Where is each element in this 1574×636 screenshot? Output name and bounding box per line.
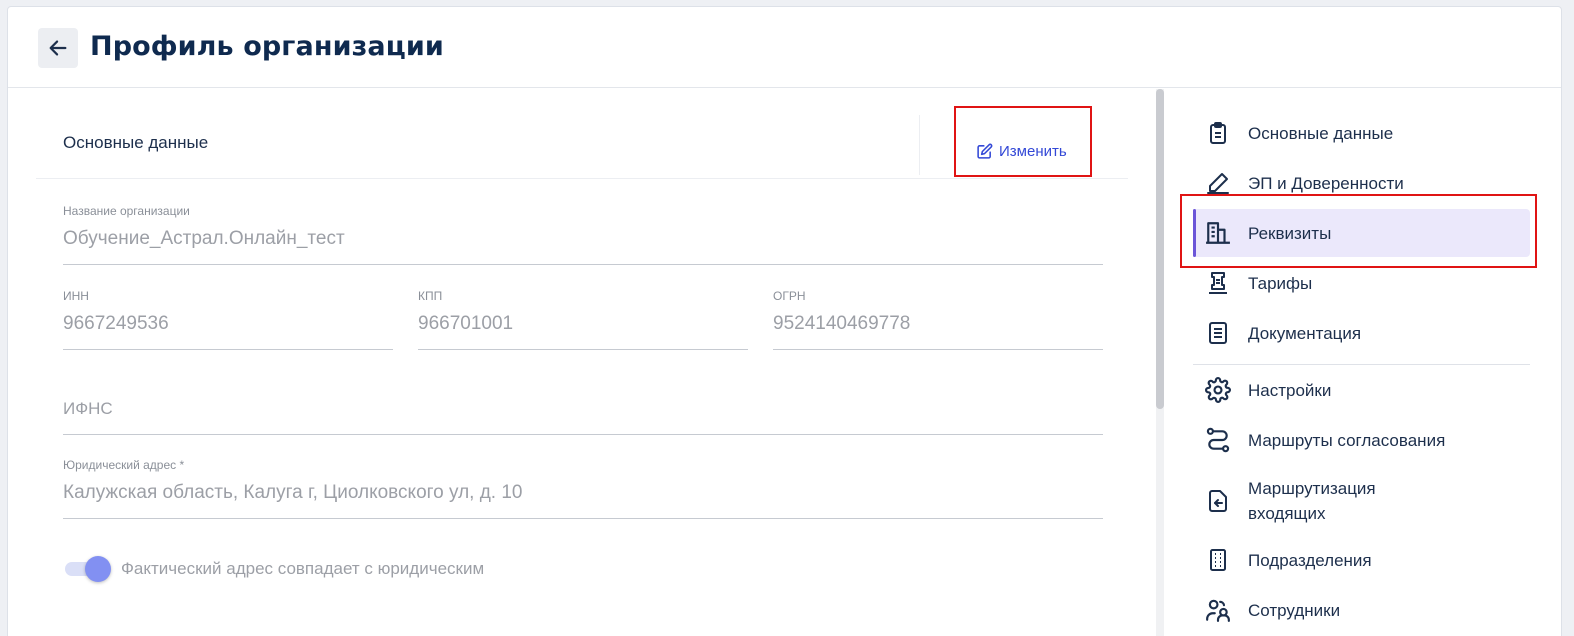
- edit-icon: [977, 143, 993, 159]
- nav-item-departments[interactable]: Подразделения: [1193, 536, 1530, 584]
- org-name-field[interactable]: Название организации Обучение_Астрал.Онл…: [63, 201, 1103, 265]
- ogrn-label: ОГРН: [773, 289, 806, 303]
- building-icon: [1205, 220, 1231, 246]
- ogrn-value: 9524140469778: [773, 313, 911, 334]
- inn-field[interactable]: ИНН 9667249536: [63, 286, 393, 350]
- nav-divider: [1193, 364, 1530, 365]
- toggle-knob: [85, 556, 111, 582]
- nav-item-documentation[interactable]: Документация: [1193, 309, 1530, 357]
- incoming-icon: [1205, 488, 1231, 514]
- nav-label: Документация: [1248, 323, 1362, 343]
- app-frame: Профиль организации Основные данные Изме…: [7, 6, 1562, 636]
- page-title: Профиль организации: [90, 31, 444, 62]
- scrollbar[interactable]: [1156, 89, 1164, 636]
- departments-icon: [1205, 547, 1231, 573]
- inn-value: 9667249536: [63, 313, 169, 334]
- legal-address-value: Калужская область, Калуга г, Циолковског…: [63, 482, 523, 503]
- ifns-field[interactable]: ИФНС: [63, 385, 1103, 435]
- nav-item-settings[interactable]: Настройки: [1193, 366, 1530, 414]
- nav-item-employees[interactable]: Сотрудники: [1193, 586, 1530, 634]
- ogrn-field[interactable]: ОГРН 9524140469778: [773, 286, 1103, 350]
- users-icon: [1205, 597, 1231, 623]
- nav-item-tariffs[interactable]: Тарифы: [1193, 259, 1530, 307]
- nav-label: Реквизиты: [1248, 223, 1332, 243]
- scroll-thumb[interactable]: [1156, 89, 1164, 409]
- back-button[interactable]: [38, 28, 78, 68]
- inn-label: ИНН: [63, 289, 89, 303]
- nav-label: Тарифы: [1248, 273, 1313, 293]
- divider: [919, 115, 920, 175]
- gear-icon: [1205, 377, 1231, 403]
- page-header: Профиль организации: [8, 7, 1561, 88]
- nav-label: Подразделения: [1248, 550, 1372, 570]
- section-header: Основные данные Изменить: [36, 111, 1128, 179]
- nav-label: Маршруты согласования: [1248, 430, 1446, 450]
- org-name-label: Название организации: [63, 204, 190, 218]
- nav-item-approval-routes[interactable]: Маршруты согласования: [1193, 416, 1530, 464]
- same-address-toggle[interactable]: [63, 555, 113, 583]
- edit-button[interactable]: Изменить: [976, 143, 1067, 160]
- nav-label: Сотрудники: [1248, 600, 1341, 620]
- nav-label: Настройки: [1248, 380, 1332, 400]
- nav-item-incoming-routing[interactable]: Маршрутизация входящих: [1193, 466, 1530, 536]
- main-content: Основные данные Изменить Название органи…: [8, 89, 1153, 636]
- nav-item-main-data[interactable]: Основные данные: [1193, 109, 1530, 157]
- nav-label: ЭП и Доверенности: [1248, 173, 1404, 193]
- ifns-placeholder: ИФНС: [63, 399, 113, 418]
- kpp-value: 966701001: [418, 313, 514, 334]
- section-title: Основные данные: [63, 133, 209, 152]
- tariff-icon: [1205, 270, 1231, 296]
- route-icon: [1205, 427, 1231, 453]
- nav-item-requisites[interactable]: Реквизиты: [1193, 209, 1530, 257]
- nav-item-signatures[interactable]: ЭП и Доверенности: [1193, 159, 1530, 207]
- pen-icon: [1205, 170, 1231, 196]
- nav-label: Основные данные: [1248, 123, 1394, 143]
- edit-button-label: Изменить: [999, 143, 1067, 160]
- legal-address-field[interactable]: Юридический адрес * Калужская область, К…: [63, 455, 1103, 519]
- document-icon: [1205, 320, 1231, 346]
- arrow-left-icon: [49, 40, 67, 56]
- same-address-label: Фактический адрес совпадает с юридически…: [121, 559, 485, 578]
- clipboard-icon: [1205, 120, 1231, 146]
- nav-label: Маршрутизация входящих: [1248, 479, 1376, 523]
- legal-address-label: Юридический адрес *: [63, 458, 185, 472]
- kpp-label: КПП: [418, 289, 443, 303]
- org-name-value: Обучение_Астрал.Онлайн_тест: [63, 228, 345, 249]
- kpp-field[interactable]: КПП 966701001: [418, 286, 748, 350]
- side-nav: Основные данные ЭП и Доверенности Реквиз…: [1168, 89, 1563, 636]
